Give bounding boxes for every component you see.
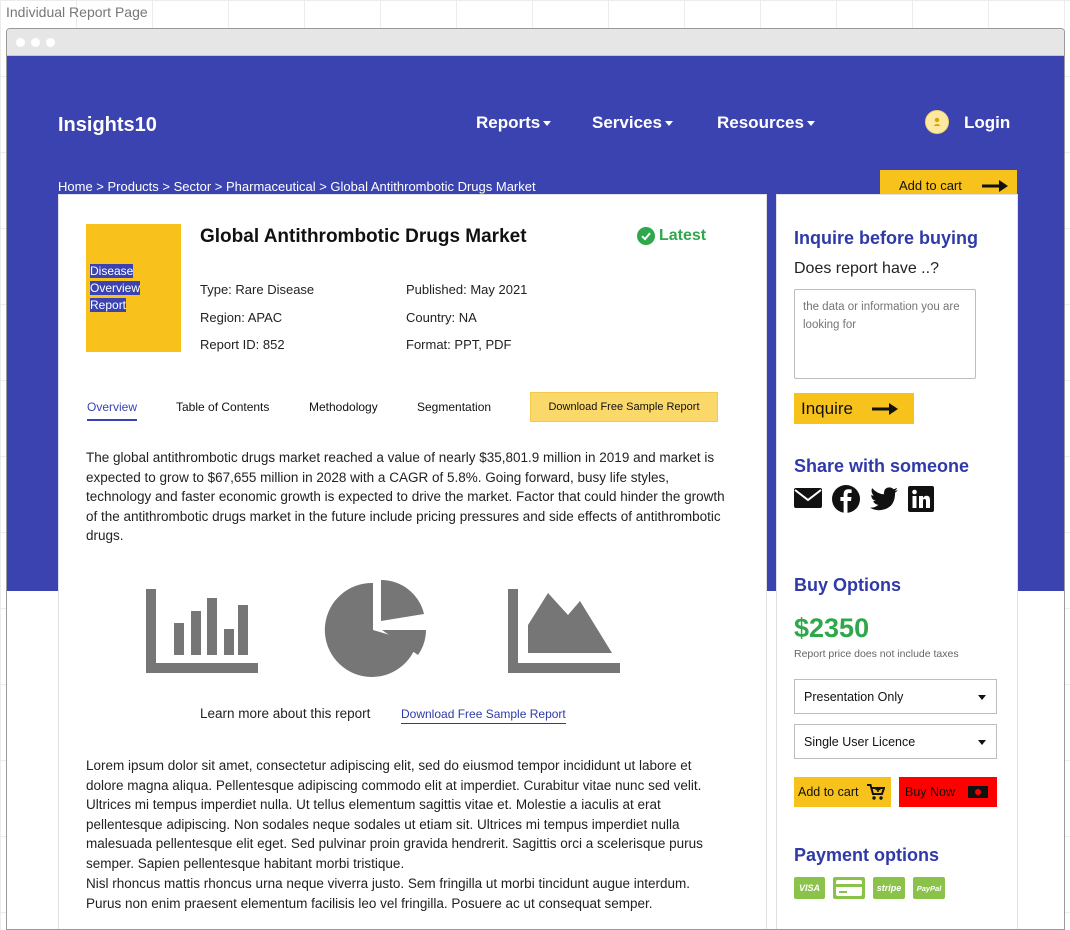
window-dot[interactable] [46,38,55,47]
tab-segmentation[interactable]: Segmentation [417,400,491,414]
caret-down-icon [978,740,986,745]
format-select-value: Presentation Only [804,689,904,704]
cover-line: Disease [90,264,134,278]
browser-title-bar [7,29,1064,56]
add-to-cart-button[interactable]: Add to cart [794,777,891,807]
report-published: Published: May 2021 [406,282,528,297]
facebook-icon[interactable] [832,485,860,513]
page-caption: Individual Report Page [6,4,148,20]
browser-window: Insights10 Reports Services Resources Lo… [6,28,1065,930]
buy-now-label: Buy Now [905,785,956,799]
visa-icon: VISA [794,877,825,899]
format-select[interactable]: Presentation Only [794,679,997,714]
inquire-label: Inquire [801,398,853,418]
arrow-right-icon [872,403,898,415]
breadcrumb[interactable]: Home > Products > Sector > Pharmaceutica… [58,179,536,194]
price-note: Report price does not include taxes [794,648,959,660]
nav-resources[interactable]: Resources [717,113,815,133]
report-type: Type: Rare Disease [200,282,315,297]
buy-now-button[interactable]: Buy Now [899,777,997,807]
twitter-icon[interactable] [870,487,898,511]
report-format: Format: PPT, PDF [406,337,512,352]
inquire-button[interactable]: Inquire [794,393,914,424]
nav-reports[interactable]: Reports [476,113,552,133]
cover-line: Overview [90,281,141,295]
bar-chart-icon [146,589,258,673]
cover-line: Report [90,298,127,312]
caret-down-icon [806,121,815,127]
report-title: Global Antithrombotic Drugs Market [200,226,527,247]
add-to-cart-label: Add to cart [899,178,962,193]
cart-icon [867,784,885,800]
tab-table-of-contents[interactable]: Table of Contents [176,400,269,414]
check-circle-icon [637,227,655,245]
stripe-icon: stripe [873,877,905,899]
report-country: Country: NA [406,310,477,325]
buy-options-title: Buy Options [794,575,901,595]
sidebar-card: Inquire before buying Does report have .… [776,194,1018,929]
report-id: Report ID: 852 [200,337,285,352]
report-region: Region: APAC [200,310,283,325]
licence-select-value: Single User Licence [804,734,916,749]
tab-methodology[interactable]: Methodology [309,400,378,414]
overview-text: The global antithrombotic drugs market r… [86,450,725,544]
price: $2350 [794,613,870,643]
learn-more-text: Learn more about this report [200,706,371,721]
lorem-paragraph: Nisl rhoncus mattis rhoncus urna neque v… [86,876,691,911]
pie-chart-icon [324,580,426,677]
login-link[interactable]: Login [964,113,1010,133]
download-sample-button[interactable]: Download Free Sample Report [530,392,718,422]
caret-down-icon [664,121,673,127]
lorem-paragraph: Lorem ipsum dolor sit amet, consectetur … [86,758,703,871]
brand-logo[interactable]: Insights10 [58,114,157,137]
caret-down-icon [978,695,986,700]
nav-services[interactable]: Services [592,113,673,133]
inquire-textarea[interactable] [794,289,976,379]
report-cover: Disease Overview Report [86,224,181,352]
share-title: Share with someone [794,456,970,476]
latest-label: Latest [659,227,707,244]
caret-down-icon [543,121,552,127]
inquire-title: Inquire before buying [794,228,979,248]
email-icon[interactable] [794,487,822,509]
paypal-icon: PayPal [913,877,945,899]
payment-options-title: Payment options [794,845,940,865]
download-sample-link[interactable]: Download Free Sample Report [401,707,566,724]
cover-text: Disease Overview Report [90,263,150,314]
money-icon [968,786,988,798]
user-icon[interactable] [925,110,949,134]
arrow-right-icon [982,180,1008,192]
licence-select[interactable]: Single User Licence [794,724,997,759]
add-to-cart-label: Add to cart [798,785,859,799]
credit-card-icon [833,877,865,899]
inquire-question: Does report have ..? [794,260,939,277]
linkedin-icon[interactable] [908,486,934,512]
area-chart-icon [508,589,620,673]
tab-overview[interactable]: Overview [87,400,138,421]
window-dot[interactable] [16,38,25,47]
latest-badge: Latest [637,227,706,245]
window-dot[interactable] [31,38,40,47]
report-card: Disease Overview Report Global Antithrom… [58,194,767,929]
